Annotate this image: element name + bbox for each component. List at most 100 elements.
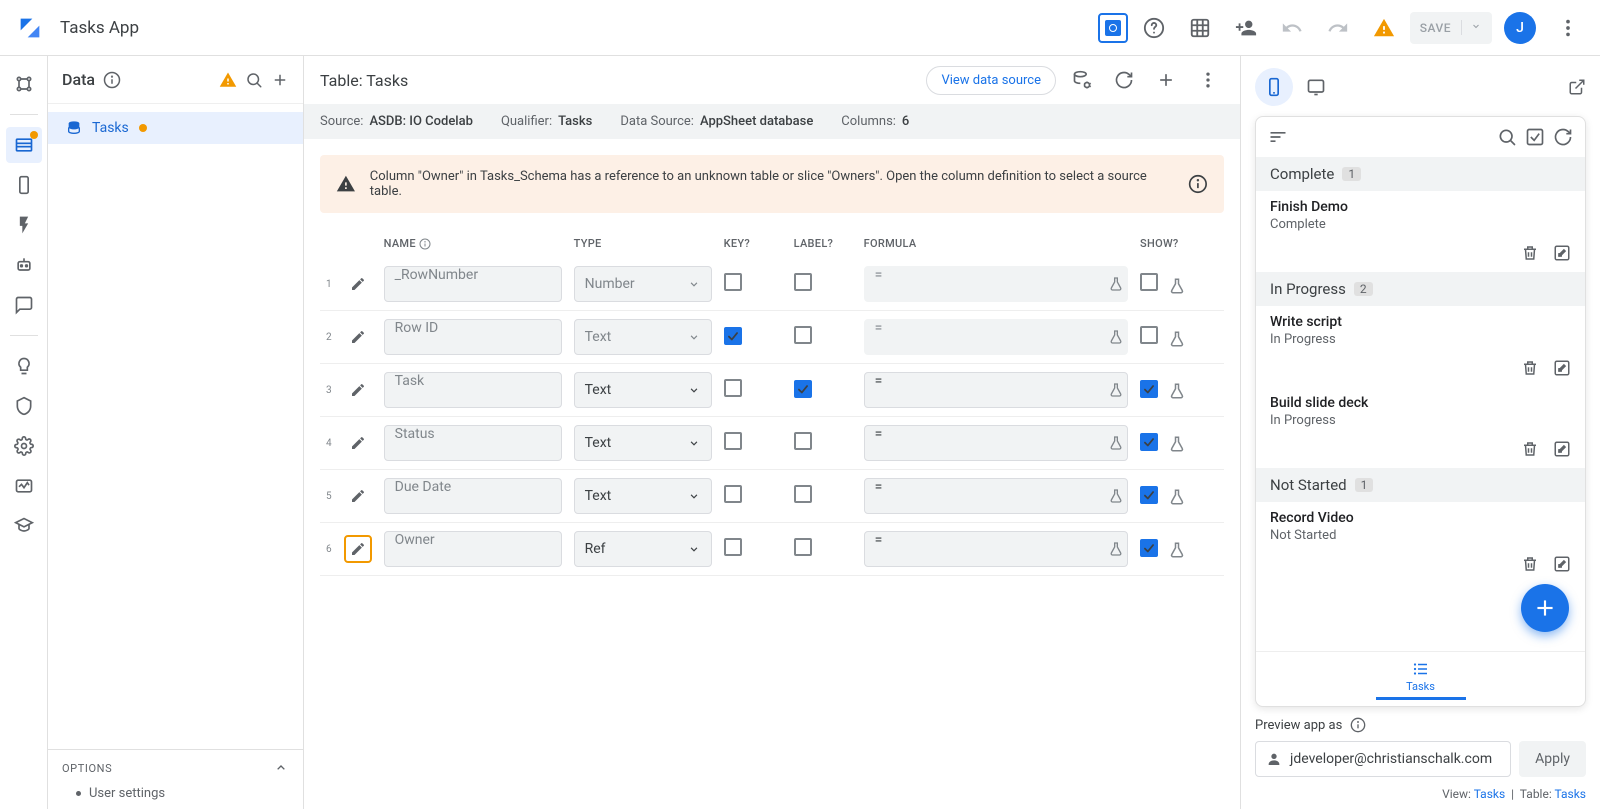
label-checkbox[interactable] bbox=[794, 273, 812, 291]
formula-input[interactable]: = bbox=[864, 531, 1128, 567]
warning-icon[interactable] bbox=[219, 71, 237, 89]
options-header[interactable]: OPTIONS bbox=[48, 749, 303, 782]
delete-icon[interactable] bbox=[1521, 359, 1539, 377]
edit-icon[interactable] bbox=[1553, 555, 1571, 573]
key-checkbox[interactable] bbox=[724, 327, 742, 345]
edit-column-button[interactable] bbox=[344, 429, 372, 457]
regenerate-icon[interactable] bbox=[1108, 64, 1140, 96]
show-checkbox[interactable] bbox=[1140, 433, 1158, 451]
undo-icon[interactable] bbox=[1272, 8, 1312, 48]
delete-icon[interactable] bbox=[1521, 244, 1539, 262]
preview-group-header[interactable]: Not Started1 bbox=[1256, 468, 1585, 502]
more-icon[interactable] bbox=[1548, 8, 1588, 48]
beaker-icon[interactable] bbox=[1168, 330, 1186, 348]
label-checkbox[interactable] bbox=[794, 380, 812, 398]
edit-column-button[interactable] bbox=[344, 376, 372, 404]
column-type-select[interactable]: Ref bbox=[574, 531, 712, 567]
fab-add-button[interactable] bbox=[1521, 584, 1569, 632]
formula-input[interactable]: = bbox=[864, 425, 1128, 461]
user-settings-item[interactable]: User settings bbox=[48, 782, 303, 809]
rail-monitor-icon[interactable] bbox=[6, 468, 42, 504]
formula-input[interactable]: = bbox=[864, 478, 1128, 514]
label-checkbox[interactable] bbox=[794, 326, 812, 344]
edit-column-button[interactable] bbox=[344, 482, 372, 510]
label-checkbox[interactable] bbox=[794, 485, 812, 503]
beaker-icon[interactable] bbox=[1168, 382, 1186, 400]
edit-icon[interactable] bbox=[1553, 440, 1571, 458]
rail-chat-icon[interactable] bbox=[6, 287, 42, 323]
rail-data-icon[interactable] bbox=[6, 127, 42, 163]
edit-icon[interactable] bbox=[1553, 359, 1571, 377]
info-icon[interactable] bbox=[1350, 717, 1366, 733]
deployment-check-icon[interactable] bbox=[1098, 13, 1128, 43]
device-tablet-icon[interactable] bbox=[1297, 68, 1335, 106]
open-external-icon[interactable] bbox=[1568, 78, 1586, 96]
column-name-input[interactable]: Status bbox=[384, 425, 562, 461]
column-name-input[interactable]: Owner bbox=[384, 531, 562, 567]
formula-input[interactable]: = bbox=[864, 372, 1128, 408]
sidebar-table-tasks[interactable]: Tasks bbox=[48, 112, 303, 144]
formula-input[interactable]: = bbox=[864, 319, 1128, 355]
edit-column-button[interactable] bbox=[344, 535, 372, 563]
edit-icon[interactable] bbox=[1553, 244, 1571, 262]
column-name-input[interactable]: Due Date bbox=[384, 478, 562, 514]
footer-view-link[interactable]: Tasks bbox=[1474, 787, 1506, 801]
avatar[interactable]: J bbox=[1504, 12, 1536, 44]
preview-email-input[interactable]: jdeveloper@christianschalk.com bbox=[1255, 741, 1511, 777]
sync-icon[interactable] bbox=[1553, 127, 1573, 147]
preview-item[interactable]: Finish DemoComplete bbox=[1256, 191, 1585, 240]
beaker-icon[interactable] bbox=[1108, 382, 1124, 398]
rail-views-icon[interactable] bbox=[6, 167, 42, 203]
column-type-select[interactable]: Number bbox=[574, 266, 712, 302]
save-button[interactable]: SAVE bbox=[1410, 12, 1492, 44]
beaker-icon[interactable] bbox=[1168, 277, 1186, 295]
show-checkbox[interactable] bbox=[1140, 326, 1158, 344]
search-icon[interactable] bbox=[1497, 127, 1517, 147]
warning-icon[interactable] bbox=[1364, 8, 1404, 48]
edit-column-button[interactable] bbox=[344, 323, 372, 351]
column-type-select[interactable]: Text bbox=[574, 319, 712, 355]
redo-icon[interactable] bbox=[1318, 8, 1358, 48]
show-checkbox[interactable] bbox=[1140, 486, 1158, 504]
column-type-select[interactable]: Text bbox=[574, 478, 712, 514]
beaker-icon[interactable] bbox=[1108, 276, 1124, 292]
formula-input[interactable]: = bbox=[864, 266, 1128, 302]
rail-automation-icon[interactable] bbox=[6, 247, 42, 283]
grid-icon[interactable] bbox=[1180, 8, 1220, 48]
add-column-icon[interactable] bbox=[1150, 64, 1182, 96]
key-checkbox[interactable] bbox=[724, 379, 742, 397]
rail-actions-icon[interactable] bbox=[6, 207, 42, 243]
device-phone-icon[interactable] bbox=[1255, 68, 1293, 106]
key-checkbox[interactable] bbox=[724, 485, 742, 503]
key-checkbox[interactable] bbox=[724, 432, 742, 450]
view-data-source-button[interactable]: View data source bbox=[926, 66, 1056, 95]
configure-source-icon[interactable] bbox=[1066, 64, 1098, 96]
preview-item[interactable]: Build slide deckIn Progress bbox=[1256, 387, 1585, 436]
beaker-icon[interactable] bbox=[1108, 541, 1124, 557]
preview-group-header[interactable]: Complete1 bbox=[1256, 157, 1585, 191]
delete-icon[interactable] bbox=[1521, 440, 1539, 458]
info-icon[interactable] bbox=[103, 71, 121, 89]
show-checkbox[interactable] bbox=[1140, 539, 1158, 557]
column-type-select[interactable]: Text bbox=[574, 372, 712, 408]
apply-button[interactable]: Apply bbox=[1519, 741, 1586, 777]
column-name-input[interactable]: _RowNumber bbox=[384, 266, 562, 302]
beaker-icon[interactable] bbox=[1168, 435, 1186, 453]
preview-item[interactable]: Write scriptIn Progress bbox=[1256, 306, 1585, 355]
share-person-add-icon[interactable] bbox=[1226, 8, 1266, 48]
key-checkbox[interactable] bbox=[724, 538, 742, 556]
column-name-input[interactable]: Row ID bbox=[384, 319, 562, 355]
sort-icon[interactable] bbox=[1268, 127, 1288, 147]
info-icon[interactable] bbox=[1188, 174, 1208, 194]
edit-column-button[interactable] bbox=[344, 270, 372, 298]
rail-learn-icon[interactable] bbox=[6, 508, 42, 544]
key-checkbox[interactable] bbox=[724, 273, 742, 291]
preview-group-header[interactable]: In Progress2 bbox=[1256, 272, 1585, 306]
rail-intelligence-icon[interactable] bbox=[6, 348, 42, 384]
rail-security-icon[interactable] bbox=[6, 388, 42, 424]
rail-settings-icon[interactable] bbox=[6, 428, 42, 464]
beaker-icon[interactable] bbox=[1108, 488, 1124, 504]
beaker-icon[interactable] bbox=[1108, 435, 1124, 451]
add-icon[interactable] bbox=[271, 71, 289, 89]
help-icon[interactable] bbox=[1134, 8, 1174, 48]
